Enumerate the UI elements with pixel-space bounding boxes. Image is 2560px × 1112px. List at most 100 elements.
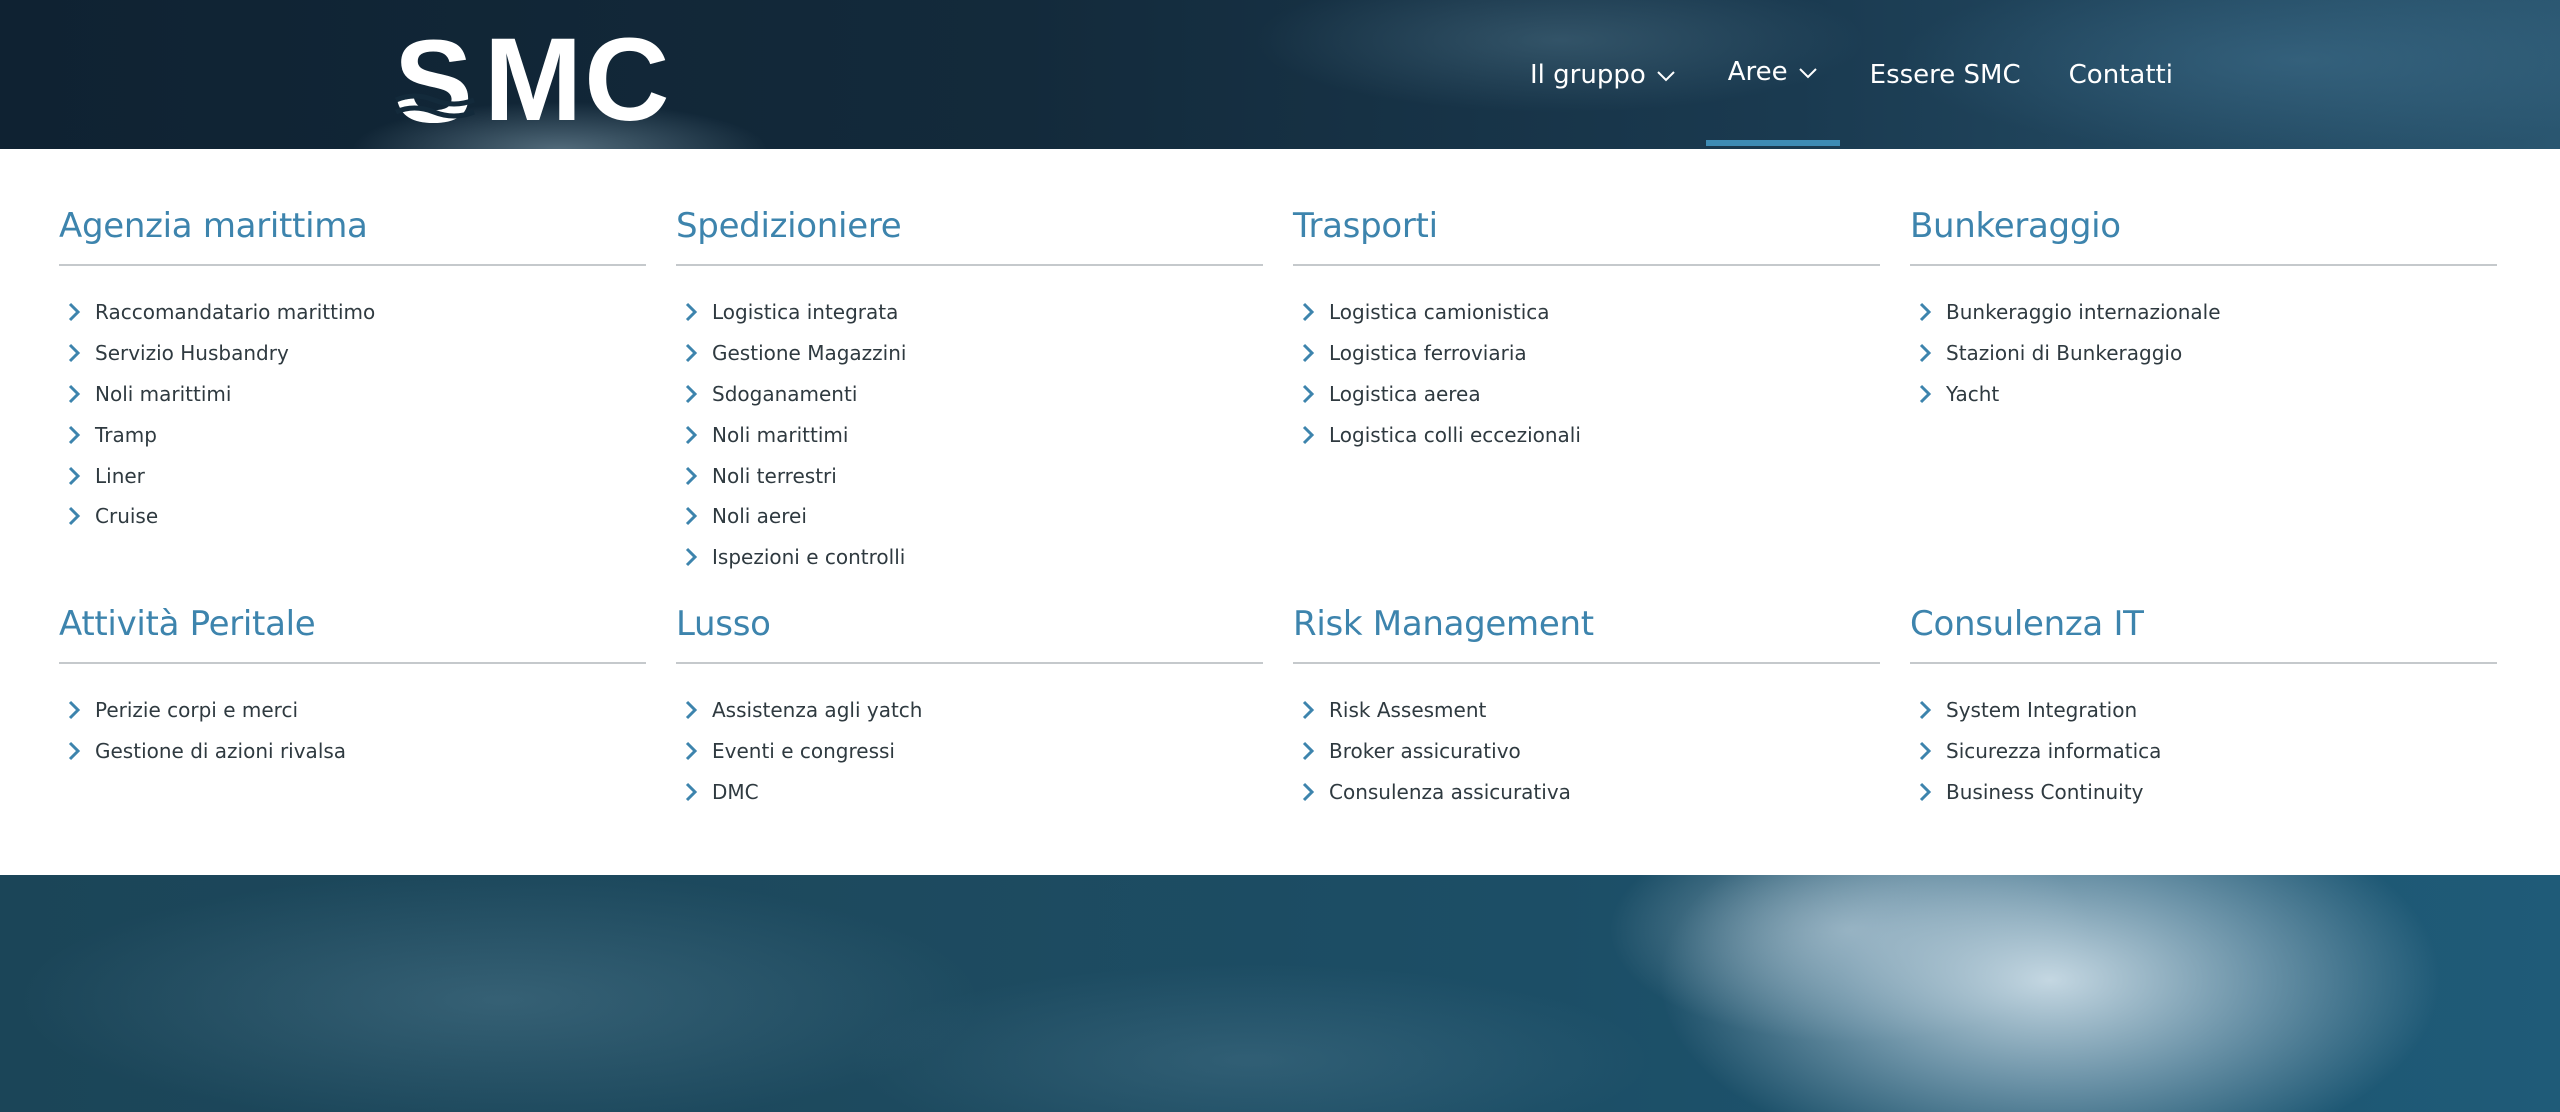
menu-link-label: Stazioni di Bunkeraggio <box>1946 341 2183 366</box>
menu-link-label: Liner <box>95 463 145 488</box>
chevron-right-icon <box>685 782 698 802</box>
main-nav: Il gruppo Aree Essere SMC Contatti <box>1530 0 2173 149</box>
menu-link[interactable]: Business Continuity <box>1910 772 2497 813</box>
menu-link[interactable]: Noli terrestri <box>676 455 1263 496</box>
menu-section-agenzia-marittima: Agenzia marittima Raccomandatario maritt… <box>59 204 646 537</box>
menu-link-label: Broker assicurativo <box>1329 739 1521 764</box>
menu-link[interactable]: Ispezioni e controlli <box>676 537 1263 578</box>
menu-link[interactable]: Liner <box>59 455 646 496</box>
menu-link[interactable]: Logistica ferroviaria <box>1293 333 1880 374</box>
menu-link[interactable]: Risk Assesment <box>1293 690 1880 731</box>
menu-link-label: Consulenza assicurativa <box>1329 779 1571 804</box>
chevron-right-icon <box>685 344 698 363</box>
menu-link[interactable]: Cruise <box>59 496 646 537</box>
menu-link[interactable]: Bunkeraggio internazionale <box>1910 292 2497 333</box>
menu-link[interactable]: Assistenza agli yatch <box>676 690 1263 731</box>
chevron-right-icon <box>1919 303 1932 322</box>
nav-label: Essere SMC <box>1869 59 2021 90</box>
menu-link-label: Bunkeraggio internazionale <box>1946 300 2221 325</box>
chevron-right-icon <box>1302 701 1315 720</box>
chevron-right-icon <box>1302 782 1315 802</box>
menu-link[interactable]: Raccomandatario marittimo <box>59 292 646 333</box>
menu-link[interactable]: Stazioni di Bunkeraggio <box>1910 333 2497 374</box>
menu-link[interactable]: DMC <box>676 772 1263 813</box>
menu-link[interactable]: Tramp <box>59 414 646 455</box>
hero-ocean-background <box>0 875 2560 1112</box>
menu-link-label: Logistica colli eccezionali <box>1329 422 1581 447</box>
menu-link[interactable]: Sdoganamenti <box>676 374 1263 415</box>
section-title[interactable]: Risk Management <box>1293 602 1880 664</box>
section-title[interactable]: Spedizioniere <box>676 204 1263 266</box>
menu-link-label: Logistica aerea <box>1329 381 1481 406</box>
menu-link-label: Yacht <box>1946 381 2000 406</box>
site-header: S MC Il gruppo Aree Essere SMC Contatti <box>0 0 2560 149</box>
menu-link-label: System Integration <box>1946 698 2138 723</box>
menu-link-label: Noli aerei <box>712 504 807 529</box>
chevron-right-icon <box>685 425 698 444</box>
nav-aree[interactable]: Aree <box>1705 0 1840 146</box>
smc-logo[interactable]: S MC <box>394 14 694 146</box>
menu-link-label: Risk Assesment <box>1329 698 1487 723</box>
menu-link[interactable]: Noli marittimi <box>59 374 646 415</box>
menu-link[interactable]: Eventi e congressi <box>676 731 1263 772</box>
chevron-right-icon <box>685 742 698 761</box>
nav-essere-smc[interactable]: Essere SMC <box>1870 0 2021 149</box>
menu-link[interactable]: Logistica integrata <box>676 292 1263 333</box>
chevron-right-icon <box>68 384 81 404</box>
chevron-right-icon <box>685 303 698 322</box>
section-title[interactable]: Trasporti <box>1293 204 1880 266</box>
chevron-right-icon <box>1302 384 1315 404</box>
logo-text: MC <box>484 14 672 146</box>
menu-section-bunkeraggio: Bunkeraggio Bunkeraggio internazionale S… <box>1910 204 2497 414</box>
chevron-right-icon <box>68 466 81 485</box>
menu-link-label: Logistica camionistica <box>1329 300 1550 325</box>
section-title[interactable]: Consulenza IT <box>1910 602 2497 664</box>
menu-link[interactable]: Logistica colli eccezionali <box>1293 414 1880 455</box>
menu-link-label: Logistica ferroviaria <box>1329 341 1527 366</box>
menu-link[interactable]: Logistica aerea <box>1293 374 1880 415</box>
menu-link-label: Noli marittimi <box>95 381 232 406</box>
menu-link-label: Business Continuity <box>1946 779 2144 804</box>
menu-link-label: Ispezioni e controlli <box>712 545 906 570</box>
chevron-right-icon <box>68 701 81 720</box>
menu-section-risk-management: Risk Management Risk Assesment Broker as… <box>1293 602 1880 812</box>
section-title[interactable]: Agenzia marittima <box>59 204 646 266</box>
menu-link-label: Raccomandatario marittimo <box>95 300 376 325</box>
chevron-right-icon <box>1302 303 1315 322</box>
nav-label: Aree <box>1727 56 1788 87</box>
wave-icon <box>394 93 475 119</box>
menu-link-label: Tramp <box>95 422 157 447</box>
menu-link-label: Servizio Husbandry <box>95 341 289 366</box>
chevron-right-icon <box>685 466 698 485</box>
nav-il-gruppo[interactable]: Il gruppo <box>1530 0 1676 149</box>
menu-link[interactable]: Broker assicurativo <box>1293 731 1880 772</box>
chevron-right-icon <box>685 384 698 404</box>
menu-link[interactable]: Logistica camionistica <box>1293 292 1880 333</box>
menu-link-label: Gestione di azioni rivalsa <box>95 739 347 764</box>
aree-mega-menu: Agenzia marittima Raccomandatario maritt… <box>0 149 2560 875</box>
menu-link[interactable]: Noli marittimi <box>676 414 1263 455</box>
menu-link[interactable]: Sicurezza informatica <box>1910 731 2497 772</box>
section-title[interactable]: Bunkeraggio <box>1910 204 2497 266</box>
menu-link[interactable]: Servizio Husbandry <box>59 333 646 374</box>
menu-section-consulenza-it: Consulenza IT System Integration Sicurez… <box>1910 602 2497 812</box>
menu-link[interactable]: Noli aerei <box>676 496 1263 537</box>
menu-link[interactable]: Gestione Magazzini <box>676 333 1263 374</box>
chevron-right-icon <box>68 344 81 363</box>
active-indicator <box>1705 140 1840 146</box>
chevron-right-icon <box>68 507 81 526</box>
chevron-right-icon <box>68 742 81 761</box>
menu-link[interactable]: System Integration <box>1910 690 2497 731</box>
menu-link-label: Sdoganamenti <box>712 381 858 406</box>
menu-link[interactable]: Perizie corpi e merci <box>59 690 646 731</box>
chevron-down-icon <box>1657 70 1675 81</box>
nav-contatti[interactable]: Contatti <box>2069 0 2173 149</box>
menu-section-spedizioniere: Spedizioniere Logistica integrata Gestio… <box>676 204 1263 578</box>
menu-link[interactable]: Gestione di azioni rivalsa <box>59 731 646 772</box>
menu-link[interactable]: Consulenza assicurativa <box>1293 772 1880 813</box>
chevron-right-icon <box>1919 344 1932 363</box>
section-title[interactable]: Attività Peritale <box>59 602 646 664</box>
menu-link-label: Gestione Magazzini <box>712 341 907 366</box>
section-title[interactable]: Lusso <box>676 602 1263 664</box>
menu-link[interactable]: Yacht <box>1910 374 2497 415</box>
